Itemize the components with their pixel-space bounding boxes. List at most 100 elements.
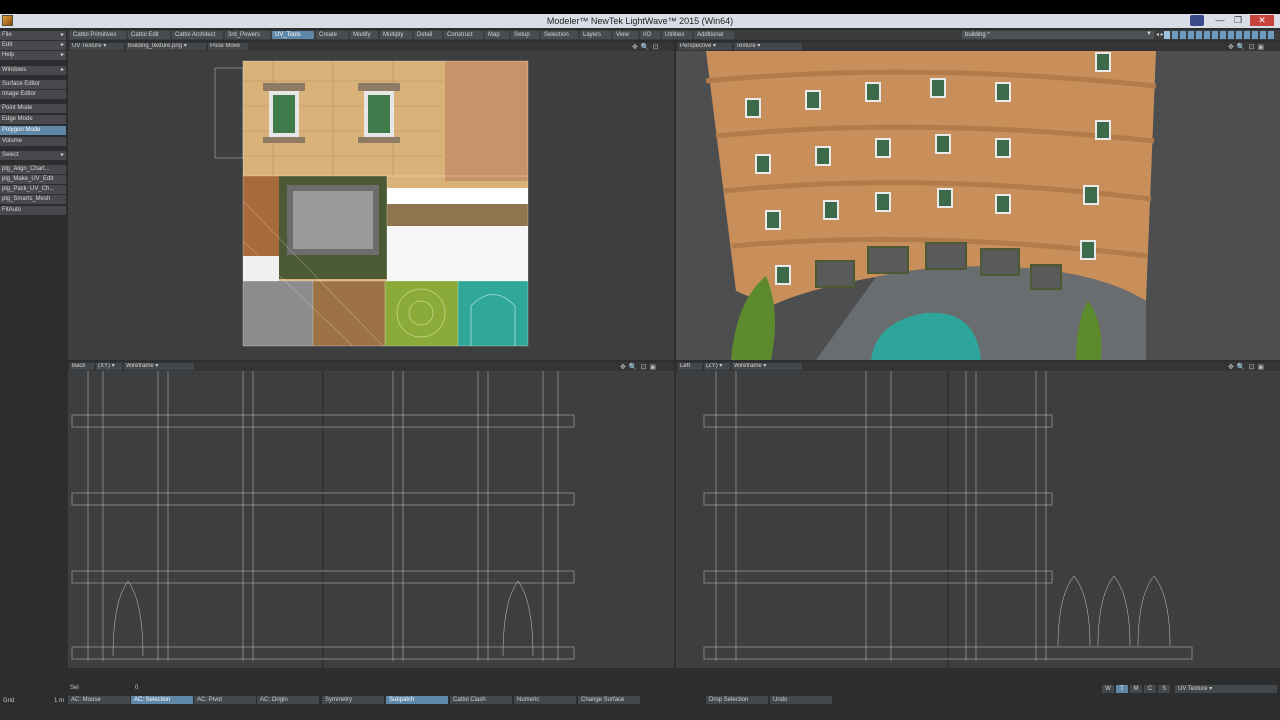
tab-additional[interactable]: Additional bbox=[694, 31, 734, 39]
vmap-mode-c-button[interactable]: C bbox=[1144, 685, 1156, 693]
plugin-fitauto-button[interactable]: FitAuto bbox=[0, 206, 66, 215]
layer-box[interactable] bbox=[1228, 31, 1235, 39]
viewport-nav-icons[interactable]: ✥🔍⊡▣ bbox=[1228, 43, 1267, 51]
tab-construct[interactable]: Construct bbox=[444, 31, 483, 39]
windows-menu[interactable]: Windows ▸ bbox=[0, 66, 66, 75]
plugin-smarts-mesh-button[interactable]: plg_Smarts_Mesh bbox=[0, 195, 66, 204]
layer-box[interactable] bbox=[1236, 31, 1243, 39]
chevron-down-icon[interactable]: ▼ bbox=[1146, 31, 1152, 37]
view-type-select[interactable]: Left bbox=[678, 363, 702, 370]
ac-pivot-button[interactable]: AC: Pivot bbox=[194, 696, 256, 704]
tab-cattoi-primitives[interactable]: Cattoi Primitives bbox=[70, 31, 126, 39]
layer-box[interactable] bbox=[1268, 31, 1275, 39]
viewport-nav-icons[interactable]: ✥🔍⊡ bbox=[632, 43, 661, 51]
uv-map-canvas[interactable] bbox=[68, 51, 674, 360]
ac-selection-button[interactable]: AC: Selection bbox=[131, 696, 193, 704]
layer-box[interactable] bbox=[1164, 31, 1171, 39]
point-mode-button[interactable]: Point Mode bbox=[0, 104, 66, 113]
layer-box[interactable] bbox=[1180, 31, 1187, 39]
file-menu[interactable]: File ▸ bbox=[0, 31, 66, 40]
building-render[interactable] bbox=[676, 51, 1280, 360]
left-wireframe[interactable] bbox=[676, 371, 1280, 668]
volume-button[interactable]: Volume bbox=[0, 137, 66, 146]
tab-selection[interactable]: Selection bbox=[541, 31, 578, 39]
cattoi-clash-button[interactable]: Cattoi Clash bbox=[450, 696, 512, 704]
tab-create[interactable]: Create bbox=[316, 31, 348, 39]
layer-prev-icon[interactable]: ◂ ▸ bbox=[1156, 31, 1164, 38]
ac-mouse-button[interactable]: AC: Mouse bbox=[68, 696, 130, 704]
tab-uv-tools[interactable]: UV_Tools bbox=[272, 31, 314, 39]
layer-box[interactable] bbox=[1244, 31, 1251, 39]
symmetry-button[interactable]: Symmetry bbox=[322, 696, 384, 704]
back-viewport[interactable]: Back (XY) ▾ Wireframe ▾ ✥🔍⊡▣ bbox=[68, 362, 674, 668]
numeric-button[interactable]: Numeric bbox=[514, 696, 576, 704]
vmap-mode-s-button[interactable]: S bbox=[1158, 685, 1170, 693]
close-button[interactable]: ✕ bbox=[1250, 15, 1274, 26]
view-type-select[interactable]: Back bbox=[70, 363, 94, 370]
uv-texture-viewport[interactable]: UV Texture ▾ building_texture.png ▾ Pose… bbox=[68, 42, 674, 360]
view-axes-select[interactable]: (XY) ▾ bbox=[96, 363, 122, 370]
viewport-header: UV Texture ▾ building_texture.png ▾ Pose… bbox=[68, 42, 674, 51]
render-mode-select[interactable]: Texture ▾ bbox=[734, 43, 802, 50]
tab-3rd-powers[interactable]: 3rd_Powers bbox=[225, 31, 270, 39]
back-wireframe[interactable] bbox=[68, 371, 674, 668]
grid-value: 1 m bbox=[54, 698, 65, 704]
plugin-make-uv-edit-button[interactable]: plg_Make_UV_Edit bbox=[0, 175, 66, 184]
layer-selector[interactable]: building * bbox=[962, 31, 1154, 39]
layer-buttons bbox=[1164, 31, 1280, 39]
view-type-select[interactable]: UV Texture ▾ bbox=[70, 43, 124, 50]
vmap-mode-w-button[interactable]: W bbox=[1102, 685, 1114, 693]
polygon-mode-button[interactable]: Polygon Mode bbox=[0, 126, 66, 135]
help-menu[interactable]: Help ▸ bbox=[0, 51, 66, 60]
plugin-pack-uv-button[interactable]: plg_Pack_UV_Ch... bbox=[0, 185, 66, 194]
left-viewport[interactable]: Left (ZY) ▾ Wireframe ▾ ✥🔍⊡▣ bbox=[676, 362, 1280, 668]
layer-box[interactable] bbox=[1196, 31, 1203, 39]
tab-multiply[interactable]: Multiply bbox=[380, 31, 412, 39]
view-axes-select[interactable]: (ZY) ▾ bbox=[704, 363, 730, 370]
layer-box[interactable] bbox=[1220, 31, 1227, 39]
layer-box[interactable] bbox=[1204, 31, 1211, 39]
change-surface-button[interactable]: Change Surface bbox=[578, 696, 640, 704]
select-menu[interactable]: Select ▸ bbox=[0, 151, 66, 160]
tab-cattoi-architect[interactable]: Cattoi Architect bbox=[172, 31, 223, 39]
image-editor-button[interactable]: Image Editor bbox=[0, 90, 66, 99]
viewport-nav-icons[interactable]: ✥🔍⊡▣ bbox=[620, 363, 659, 371]
undo-button[interactable]: Undo bbox=[770, 696, 832, 704]
maximize-button[interactable]: ❐ bbox=[1230, 15, 1246, 26]
minimize-button[interactable]: — bbox=[1212, 15, 1228, 26]
edit-menu[interactable]: Edit ▸ bbox=[0, 41, 66, 50]
texture-image-select[interactable]: building_texture.png ▾ bbox=[126, 43, 206, 50]
subpatch-button[interactable]: Subpatch bbox=[386, 696, 448, 704]
tab-detail[interactable]: Detail bbox=[414, 31, 442, 39]
tab-view[interactable]: View bbox=[613, 31, 638, 39]
tab-layers[interactable]: Layers bbox=[580, 31, 611, 39]
selection-count: 0 bbox=[135, 685, 139, 691]
viewport-nav-icons[interactable]: ✥🔍⊡▣ bbox=[1228, 363, 1267, 371]
render-mode-select[interactable]: Wireframe ▾ bbox=[124, 363, 194, 370]
tab-map[interactable]: Map bbox=[485, 31, 509, 39]
view-type-select[interactable]: Perspective ▾ bbox=[678, 43, 732, 50]
layer-box[interactable] bbox=[1212, 31, 1219, 39]
plugin-align-chart-button[interactable]: plg_Align_Chart... bbox=[0, 165, 66, 174]
uv-mode-select[interactable]: Pose Move bbox=[208, 43, 248, 50]
layer-box[interactable] bbox=[1172, 31, 1179, 39]
viewport-header: Left (ZY) ▾ Wireframe ▾ ✥🔍⊡▣ bbox=[676, 362, 1280, 371]
edge-mode-button[interactable]: Edge Mode bbox=[0, 115, 66, 124]
render-mode-select[interactable]: Wireframe ▾ bbox=[732, 363, 802, 370]
tab-utilities[interactable]: Utilities bbox=[662, 31, 692, 39]
tab-modify[interactable]: Modify bbox=[350, 31, 378, 39]
vmap-mode-t-button[interactable]: T bbox=[1116, 685, 1128, 693]
surface-editor-button[interactable]: Surface Editor bbox=[0, 80, 66, 89]
language-indicator-icon[interactable] bbox=[1190, 15, 1204, 26]
layer-box[interactable] bbox=[1252, 31, 1259, 39]
tab-setup[interactable]: Setup bbox=[511, 31, 539, 39]
vmap-mode-m-button[interactable]: M bbox=[1130, 685, 1142, 693]
perspective-viewport[interactable]: Perspective ▾ Texture ▾ ✥🔍⊡▣ bbox=[676, 42, 1280, 360]
layer-box[interactable] bbox=[1260, 31, 1267, 39]
layer-box[interactable] bbox=[1188, 31, 1195, 39]
tab-cattoi-edit[interactable]: Cattoi Edit bbox=[128, 31, 170, 39]
ac-origin-button[interactable]: AC: Origin bbox=[257, 696, 319, 704]
tab-i-o[interactable]: I/O bbox=[640, 31, 660, 39]
drop-selection-button[interactable]: Drop Selection bbox=[706, 696, 768, 704]
vmap-select[interactable]: UV Texture ▾ bbox=[1175, 685, 1277, 693]
